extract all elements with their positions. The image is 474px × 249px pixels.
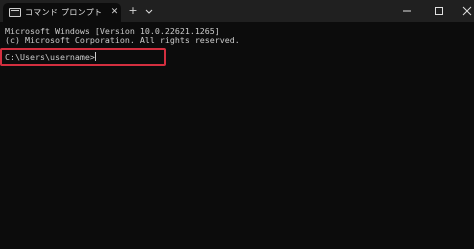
terminal-icon (9, 8, 21, 17)
console-output[interactable]: Microsoft Windows [Version 10.0.22621.12… (0, 22, 474, 249)
close-icon[interactable] (452, 0, 474, 22)
prompt-line[interactable]: C:\Users\username> (5, 52, 96, 62)
chevron-down-icon[interactable] (144, 5, 154, 17)
tab-close-button[interactable]: ✕ (109, 6, 120, 18)
minimize-icon[interactable] (392, 0, 422, 22)
maximize-icon[interactable] (424, 0, 454, 22)
title-bar[interactable]: コマンド プロンプト ✕ + (0, 0, 474, 22)
text-cursor (94, 52, 96, 61)
tab-title: コマンド プロンプト (25, 8, 103, 17)
new-tab-button[interactable]: + (126, 4, 140, 18)
tab-command-prompt[interactable]: コマンド プロンプト ✕ (3, 3, 121, 22)
prompt-text: C:\Users\username> (5, 52, 95, 62)
command-prompt-window: コマンド プロンプト ✕ + Microsoft Windows [Versio… (0, 0, 474, 249)
copyright-line: (c) Microsoft Corporation. All rights re… (5, 35, 240, 45)
